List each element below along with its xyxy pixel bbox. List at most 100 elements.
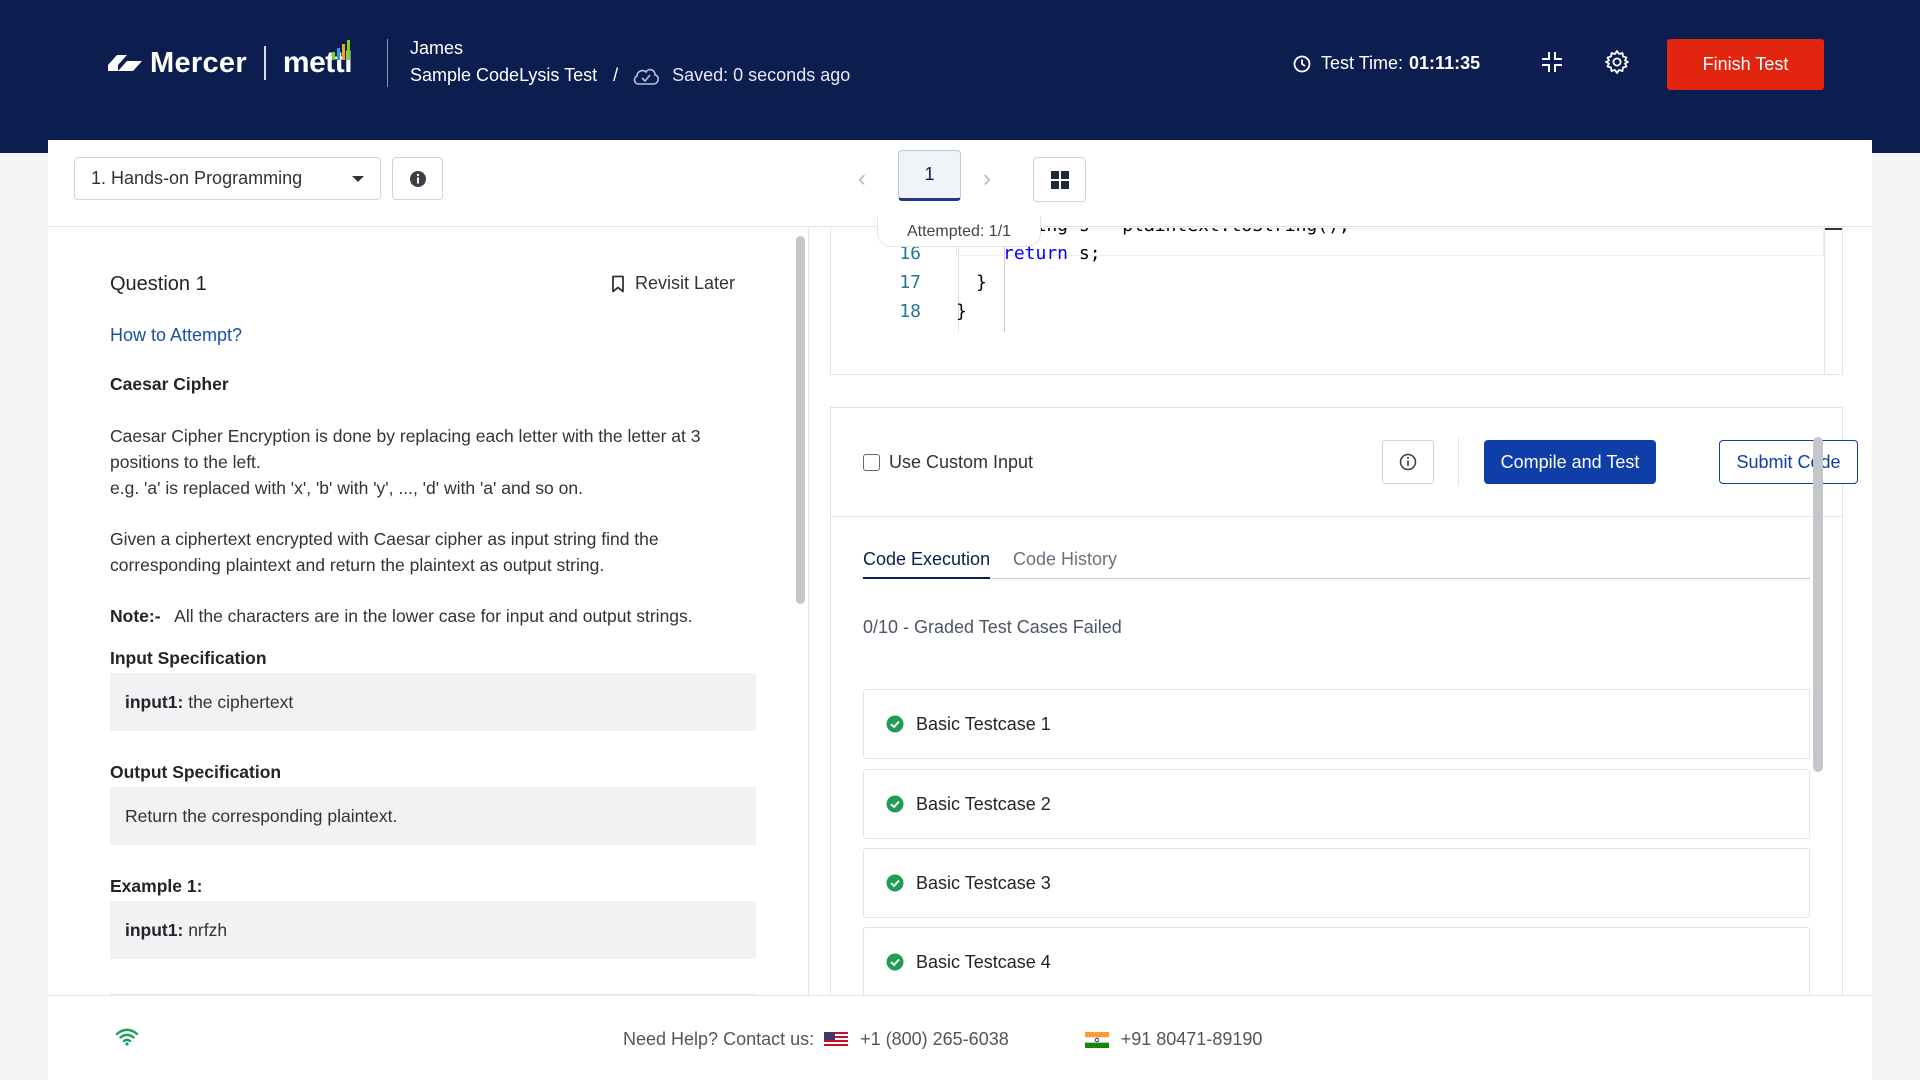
phone-in-link[interactable]: +91 80471-89190 xyxy=(1121,1029,1263,1050)
minimize-button[interactable] xyxy=(1538,48,1566,76)
example-value: nrfzh xyxy=(188,920,228,940)
finish-test-button[interactable]: Finish Test xyxy=(1667,39,1824,90)
test-summary: 0/10 - Graded Test Cases Failed xyxy=(863,617,1122,637)
gear-icon xyxy=(1605,50,1629,74)
actions-divider xyxy=(1458,438,1459,486)
timer-label: Test Time: xyxy=(1321,53,1404,73)
timer-value: 01:11:35 xyxy=(1409,53,1481,73)
testcase-label: Basic Testcase 1 xyxy=(916,713,1051,734)
section-selected-value: 1. Hands-on Programming xyxy=(91,168,303,188)
test-info: Sample CodeLysis Test / Saved: 0 seconds… xyxy=(410,65,850,86)
testcase-row[interactable]: Basic Testcase 2 xyxy=(863,769,1810,839)
question-grid-button[interactable] xyxy=(1033,157,1086,202)
description-line: positions to the left. xyxy=(110,452,261,472)
mercer-wordmark: Mercer xyxy=(150,46,247,79)
footer: Need Help? Contact us: +1 (800) 265-6038… xyxy=(48,995,1872,1080)
saved-status: Saved: 0 seconds ago xyxy=(672,65,851,85)
testcase-label: Basic Testcase 4 xyxy=(916,951,1051,972)
mettl-bars-icon xyxy=(332,40,351,60)
code-panel: 15 String s = plaintext.toString(); 16 r… xyxy=(830,228,1890,997)
question-body: Caesar Cipher Caesar Cipher Encryption i… xyxy=(110,371,756,996)
description-line: e.g. 'a' is replaced with 'x', 'b' with … xyxy=(110,478,583,498)
note-text: All the characters are in the lower case… xyxy=(174,606,693,626)
revisit-later-label: Revisit Later xyxy=(635,273,736,293)
help-contact: Need Help? Contact us: +1 (800) 265-6038… xyxy=(623,1029,1262,1050)
code-actions: Use Custom Input Compile and Test Submit… xyxy=(830,407,1858,517)
testcase-row[interactable]: Basic Testcase 4 xyxy=(863,927,1810,997)
test-timer: Test Time: 01:11:35 xyxy=(1293,53,1480,74)
grid-icon xyxy=(1050,170,1069,189)
code-text: } xyxy=(956,301,967,322)
question-number-tab[interactable]: 1 xyxy=(898,150,961,201)
candidate-name: James xyxy=(410,38,464,58)
example-input-box: input1: nrfzh xyxy=(110,901,756,959)
us-flag-icon xyxy=(824,1031,849,1048)
input-spec-box: input1: the ciphertext xyxy=(110,673,756,731)
wifi-icon xyxy=(115,1028,139,1046)
editor-scrollbar[interactable] xyxy=(1824,228,1842,374)
attempted-counter: Attempted: 1/1 xyxy=(877,217,1041,247)
question-panel: Question 1 Revisit Later How to Attempt?… xyxy=(48,228,808,996)
submit-code-button[interactable]: Submit Code xyxy=(1719,440,1858,484)
input-spec-key: input1: xyxy=(125,692,184,712)
india-contact: +91 80471-89190 xyxy=(1084,1029,1263,1050)
top-header: Mercer mettl James Sample CodeLysis Test… xyxy=(0,0,1920,153)
mercer-logo: Mercer xyxy=(106,47,247,80)
settings-button[interactable] xyxy=(1603,48,1631,76)
custom-input-toggle[interactable]: Use Custom Input xyxy=(863,452,1033,473)
question-scrollbar[interactable] xyxy=(796,236,805,604)
section-dropdown[interactable]: 1. Hands-on Programming xyxy=(74,157,381,200)
info-icon xyxy=(409,170,426,187)
results-tabs: Code Execution Code History xyxy=(863,549,1810,579)
code-text: } xyxy=(976,272,987,293)
note-label: Note:- xyxy=(110,606,161,626)
testcase-row[interactable]: Basic Testcase 3 xyxy=(863,848,1810,918)
minimize-icon xyxy=(1542,52,1562,72)
compile-and-test-button[interactable]: Compile and Test xyxy=(1484,440,1656,484)
how-to-attempt-link[interactable]: How to Attempt? xyxy=(110,325,242,346)
test-workspace: 1. Hands-on Programming ‹ 1 › Attempted:… xyxy=(48,140,1872,1080)
phone-us-link[interactable]: +1 (800) 265-6038 xyxy=(860,1029,1009,1050)
output-spec-heading: Output Specification xyxy=(110,762,282,782)
input-spec-heading: Input Specification xyxy=(110,648,267,668)
example-key: input1: xyxy=(125,920,184,940)
custom-input-checkbox[interactable] xyxy=(863,454,880,471)
description-line: Given a ciphertext encrypted with Caesar… xyxy=(110,529,659,549)
compile-info-button[interactable] xyxy=(1382,440,1434,484)
section-info-button[interactable] xyxy=(392,157,443,200)
results-scrollbar[interactable] xyxy=(1813,437,1823,772)
mettl-logo: mettl xyxy=(283,40,353,80)
check-circle-icon xyxy=(886,874,904,892)
check-circle-icon xyxy=(886,795,904,813)
tab-code-history[interactable]: Code History xyxy=(1013,549,1117,579)
check-circle-icon xyxy=(886,715,904,733)
cloud-icon xyxy=(633,68,660,85)
breadcrumb-separator: / xyxy=(613,65,619,85)
panel-divider[interactable] xyxy=(808,228,809,996)
example-heading: Example 1: xyxy=(110,876,203,896)
description-line: Caesar Cipher Encryption is done by repl… xyxy=(110,426,701,446)
next-question-button[interactable]: › xyxy=(983,165,991,193)
testcase-label: Basic Testcase 2 xyxy=(916,793,1051,814)
note: Note:- All the characters are in the low… xyxy=(110,603,756,629)
testcase-row[interactable]: Basic Testcase 1 xyxy=(863,689,1810,759)
code-editor[interactable]: 15 String s = plaintext.toString(); 16 r… xyxy=(830,228,1843,375)
question-heading: Caesar Cipher xyxy=(110,374,229,394)
india-flag-icon xyxy=(1084,1031,1109,1048)
help-label: Need Help? Contact us: xyxy=(623,1029,815,1049)
info-icon xyxy=(1399,453,1417,471)
mercer-mark-icon xyxy=(108,55,142,71)
tab-code-execution[interactable]: Code Execution xyxy=(863,549,991,579)
input-spec-value: the ciphertext xyxy=(188,692,294,712)
revisit-later-button[interactable]: Revisit Later xyxy=(611,273,735,294)
clock-icon xyxy=(1293,55,1311,72)
results-panel: Code Execution Code History 0/10 - Grade… xyxy=(830,517,1843,997)
brand-logo: Mercer mettl xyxy=(106,40,353,80)
code-text-rest: s; xyxy=(1068,243,1101,264)
previous-question-button[interactable]: ‹ xyxy=(858,165,866,193)
output-spec-value: Return the corresponding plaintext. xyxy=(125,806,398,826)
output-spec-box: Return the corresponding plaintext. xyxy=(110,787,756,845)
description-line: corresponding plaintext and return the p… xyxy=(110,555,605,575)
code-text: String s = plaintext.toString(); xyxy=(1003,228,1350,236)
line-number: 17 xyxy=(899,272,921,293)
